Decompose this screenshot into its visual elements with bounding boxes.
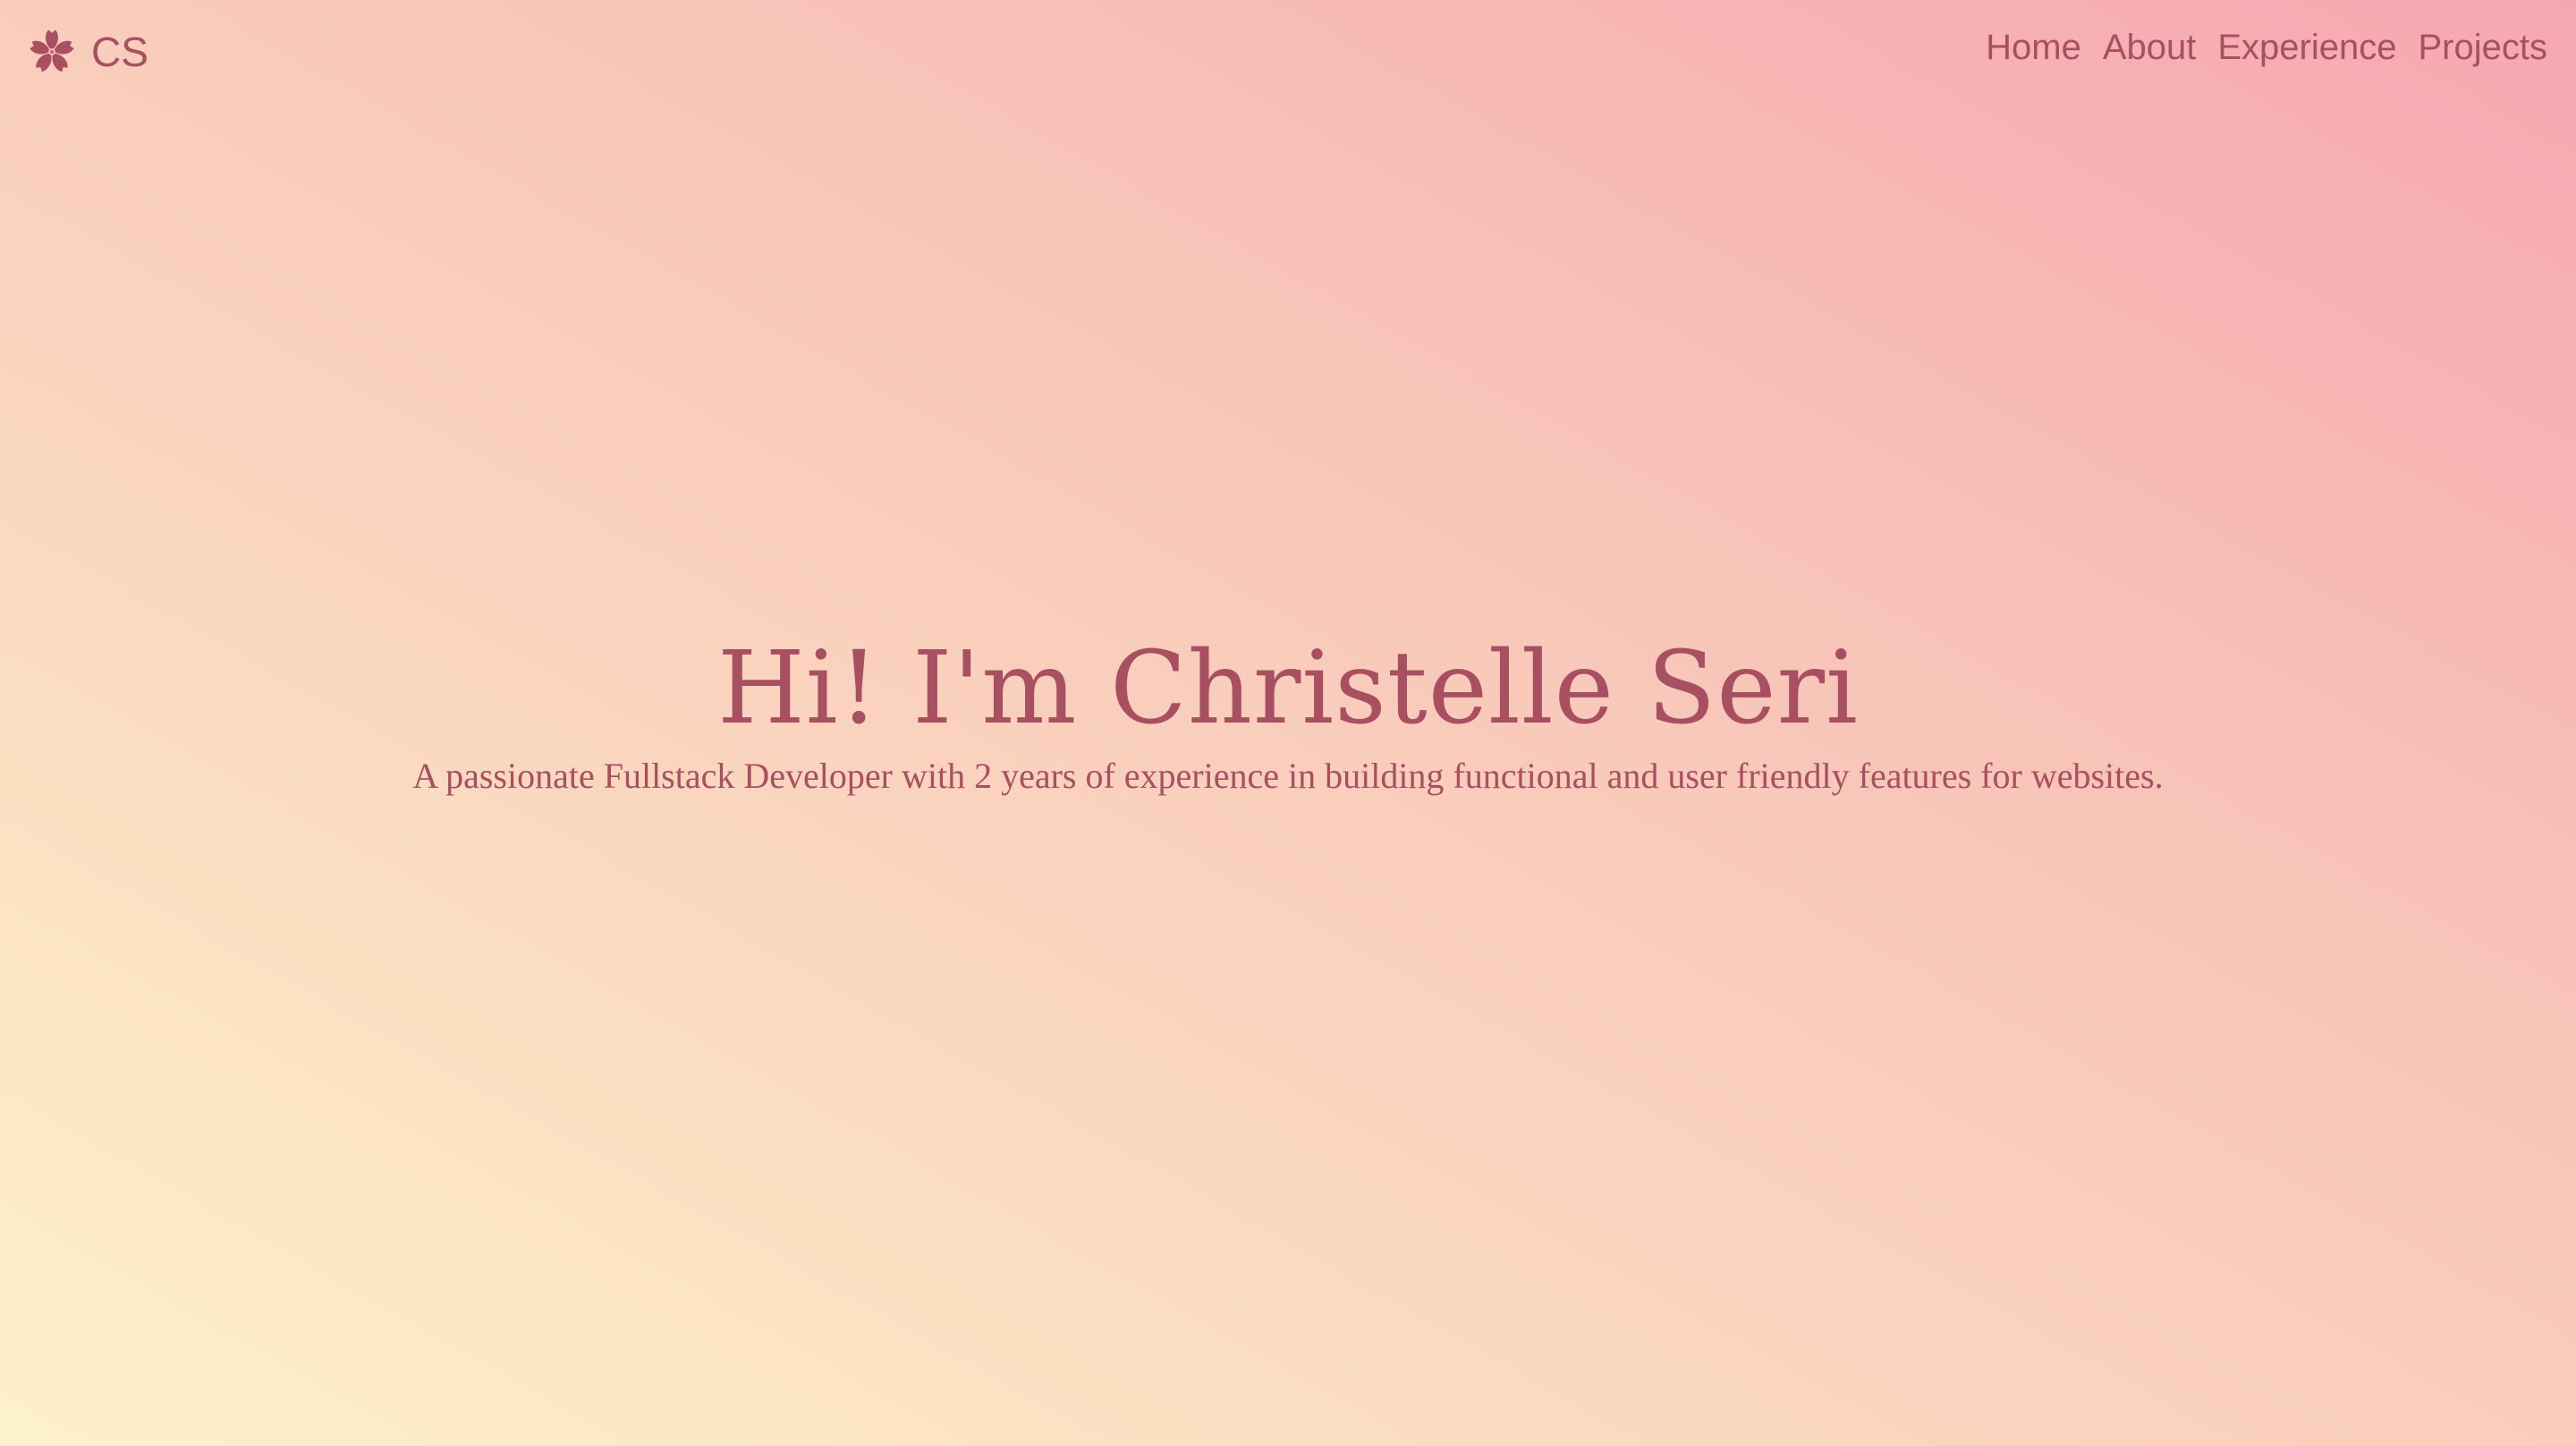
hero-title: Hi! I'm Christelle Seri [717,630,1859,747]
nav-link-experience[interactable]: Experience [2217,25,2396,70]
top-navbar: CS Home About Experience Projects [0,0,2576,98]
main-nav: Home About Experience Projects [1986,25,2547,70]
brand-text: CS [91,29,148,75]
brand-logo-link[interactable]: CS [27,25,148,79]
nav-link-home[interactable]: Home [1986,25,2081,70]
hero-section: Hi! I'm Christelle Seri A passionate Ful… [0,626,2576,801]
nav-link-projects[interactable]: Projects [2419,25,2548,70]
hero-subtitle: A passionate Fullstack Developer with 2 … [412,756,2164,796]
flower-icon [27,27,77,77]
nav-link-about[interactable]: About [2103,25,2197,70]
